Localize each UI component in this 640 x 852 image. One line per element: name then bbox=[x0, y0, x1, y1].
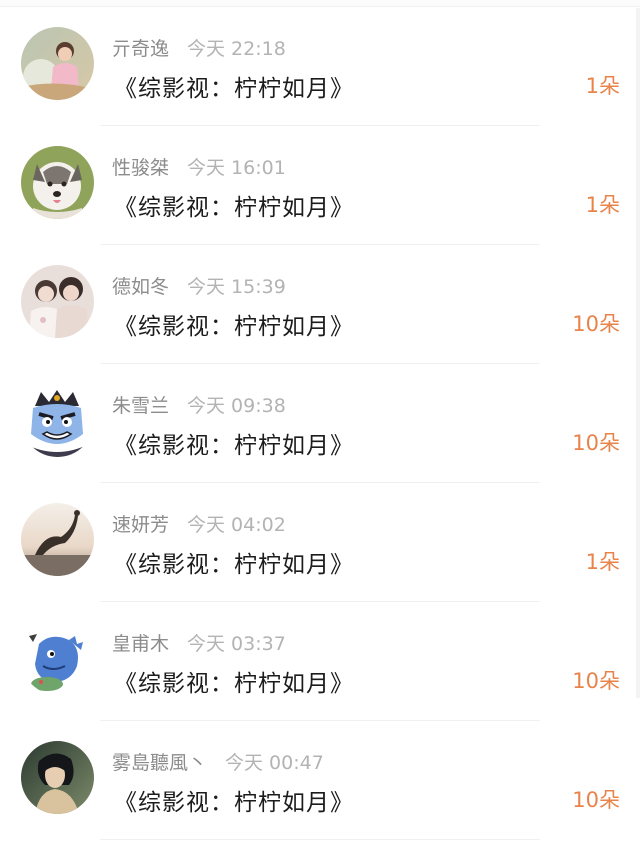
record-meta: 皇甫木 今天 03:37 bbox=[112, 628, 286, 656]
timestamp: 今天 16:01 bbox=[187, 156, 286, 179]
book-title[interactable]: 《综影视：柠柠如月》 bbox=[114, 69, 354, 103]
book-title[interactable]: 《综影视：柠柠如月》 bbox=[114, 545, 354, 579]
user-name[interactable]: 性骏桀 bbox=[112, 153, 169, 180]
list-item[interactable]: 德如冬 今天 15:39 《综影视：柠柠如月》 10朵 bbox=[0, 245, 640, 364]
record-meta: 性骏桀 今天 16:01 bbox=[112, 152, 286, 180]
girl-photo-avatar[interactable] bbox=[21, 27, 94, 100]
user-name[interactable]: 速妍芳 bbox=[112, 510, 169, 537]
record-meta: 亓奇逸 今天 22:18 bbox=[112, 33, 286, 61]
top-edge bbox=[0, 0, 640, 7]
divider bbox=[100, 839, 540, 840]
user-name[interactable]: 德如冬 bbox=[112, 272, 169, 299]
record-meta: 朱雪兰 今天 09:38 bbox=[112, 390, 286, 418]
list-item[interactable]: 朱雪兰 今天 09:38 《综影视：柠柠如月》 10朵 bbox=[0, 364, 640, 483]
list-item[interactable]: 性骏桀 今天 16:01 《综影视：柠柠如月》 1朵 bbox=[0, 126, 640, 245]
timestamp: 今天 00:47 bbox=[225, 751, 324, 774]
cartoon-king-avatar[interactable] bbox=[21, 384, 94, 457]
record-meta: 德如冬 今天 15:39 bbox=[112, 271, 286, 299]
gift-amount: 10朵 bbox=[572, 431, 620, 455]
two-girls-avatar[interactable] bbox=[21, 265, 94, 338]
blue-dinosaur-avatar[interactable] bbox=[21, 622, 94, 695]
list-item[interactable]: 雾島聽風丶 今天 00:47 《综影视：柠柠如月》 10朵 bbox=[0, 721, 640, 840]
record-meta: 速妍芳 今天 04:02 bbox=[112, 509, 286, 537]
yoga-silhouette-avatar[interactable] bbox=[21, 503, 94, 576]
gift-amount: 10朵 bbox=[572, 788, 620, 812]
list-item[interactable]: 速妍芳 今天 04:02 《综影视：柠柠如月》 1朵 bbox=[0, 483, 640, 602]
portrait-photo-avatar[interactable] bbox=[21, 741, 94, 814]
user-name[interactable]: 亓奇逸 bbox=[112, 34, 169, 61]
timestamp: 今天 03:37 bbox=[187, 632, 286, 655]
gift-amount: 1朵 bbox=[585, 74, 620, 98]
timestamp: 今天 15:39 bbox=[187, 275, 286, 298]
book-title[interactable]: 《综影视：柠柠如月》 bbox=[114, 426, 354, 460]
timestamp: 今天 22:18 bbox=[187, 37, 286, 60]
gift-amount: 10朵 bbox=[572, 312, 620, 336]
gift-amount: 10朵 bbox=[572, 669, 620, 693]
book-title[interactable]: 《综影视：柠柠如月》 bbox=[114, 664, 354, 698]
record-meta: 雾島聽風丶 今天 00:47 bbox=[112, 747, 324, 775]
user-name[interactable]: 朱雪兰 bbox=[112, 391, 169, 418]
user-name[interactable]: 雾島聽風丶 bbox=[112, 748, 207, 775]
gift-record-list: 亓奇逸 今天 22:18 《综影视：柠柠如月》 1朵 性骏桀 今天 16:01 … bbox=[0, 7, 640, 840]
book-title[interactable]: 《综影视：柠柠如月》 bbox=[114, 188, 354, 222]
book-title[interactable]: 《综影视：柠柠如月》 bbox=[114, 307, 354, 341]
gift-amount: 1朵 bbox=[585, 193, 620, 217]
husky-dog-avatar[interactable] bbox=[21, 146, 94, 219]
gift-amount: 1朵 bbox=[585, 550, 620, 574]
list-item[interactable]: 亓奇逸 今天 22:18 《综影视：柠柠如月》 1朵 bbox=[0, 7, 640, 126]
timestamp: 今天 09:38 bbox=[187, 394, 286, 417]
list-item[interactable]: 皇甫木 今天 03:37 《综影视：柠柠如月》 10朵 bbox=[0, 602, 640, 721]
timestamp: 今天 04:02 bbox=[187, 513, 286, 536]
book-title[interactable]: 《综影视：柠柠如月》 bbox=[114, 783, 354, 817]
user-name[interactable]: 皇甫木 bbox=[112, 629, 169, 656]
